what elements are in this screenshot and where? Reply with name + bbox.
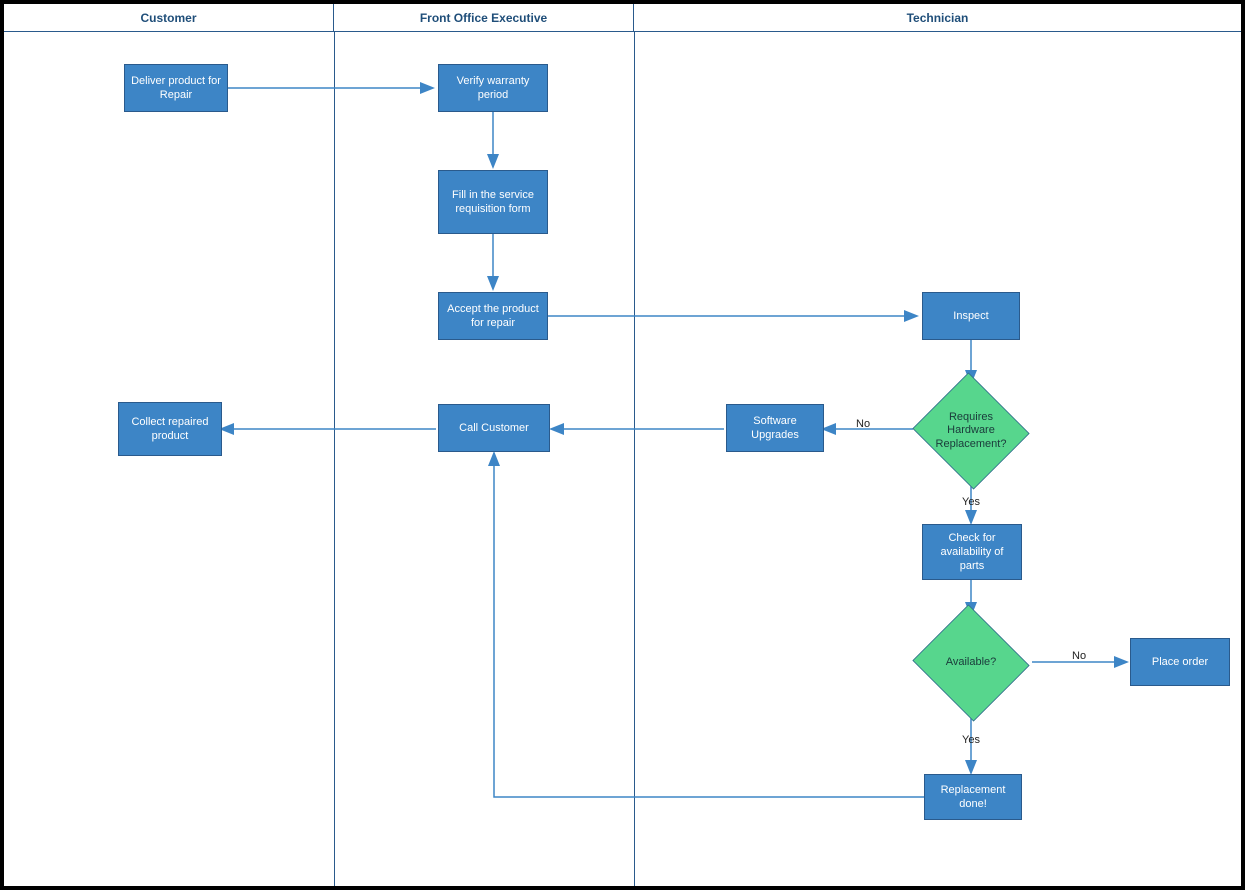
process-label: Check for availability of parts (927, 531, 1017, 574)
process-call-customer: Call Customer (438, 404, 550, 452)
edge-label-yes: Yes (962, 496, 980, 508)
edge-label-yes: Yes (962, 734, 980, 746)
process-deliver-product: Deliver product for Repair (124, 64, 228, 112)
lane-header-front-office: Front Office Executive (334, 4, 634, 32)
decision-available: Available? (911, 608, 1031, 718)
swimlane-flowchart: Customer Front Office Executive Technici… (0, 0, 1245, 890)
process-check-parts: Check for availability of parts (922, 524, 1022, 580)
process-inspect: Inspect (922, 292, 1020, 340)
process-replacement-done: Replacement done! (924, 774, 1022, 820)
process-fill-form: Fill in the service requisition form (438, 170, 548, 234)
process-label: Replacement done! (929, 783, 1017, 812)
process-label: Deliver product for Repair (129, 74, 223, 103)
decision-requires-hardware: Requires Hardware Replacement? (911, 376, 1031, 486)
process-verify-warranty: Verify warranty period (438, 64, 548, 112)
process-collect-repaired: Collect repaired product (118, 402, 222, 456)
process-software-upgrades: Software Upgrades (726, 404, 824, 452)
edge-label-no: No (1072, 650, 1086, 662)
process-label: Fill in the service requisition form (443, 188, 543, 217)
process-label: Call Customer (459, 421, 529, 435)
edge-label-no: No (856, 418, 870, 430)
lane-divider (334, 32, 335, 886)
lane-header-customer: Customer (4, 4, 334, 32)
process-place-order: Place order (1130, 638, 1230, 686)
lane-title: Technician (907, 11, 969, 25)
process-label: Software Upgrades (731, 414, 819, 443)
lane-title: Customer (140, 11, 196, 25)
decision-label: Requires Hardware Replacement? (911, 376, 1031, 486)
decision-label: Available? (911, 608, 1031, 718)
process-label: Collect repaired product (123, 415, 217, 444)
process-label: Place order (1152, 655, 1208, 669)
lane-header-technician: Technician (634, 4, 1241, 32)
process-label: Inspect (953, 309, 988, 323)
lane-divider (634, 32, 635, 886)
process-label: Verify warranty period (443, 74, 543, 103)
process-accept-product: Accept the product for repair (438, 292, 548, 340)
lane-title: Front Office Executive (420, 11, 547, 25)
process-label: Accept the product for repair (443, 302, 543, 331)
